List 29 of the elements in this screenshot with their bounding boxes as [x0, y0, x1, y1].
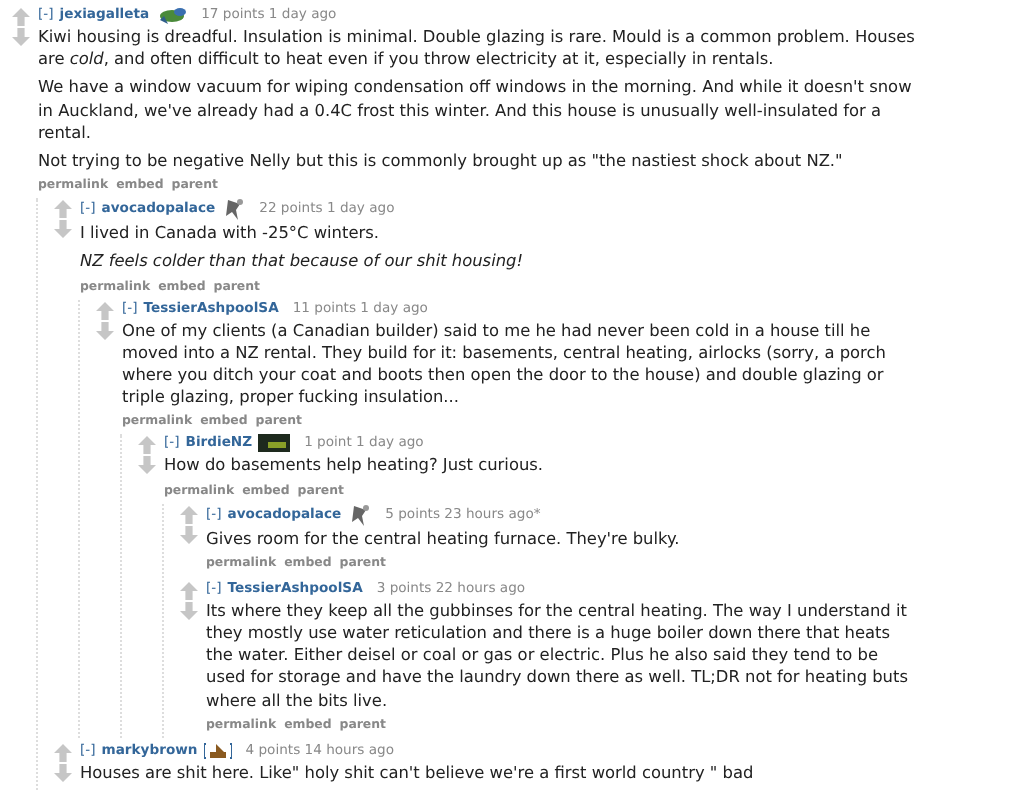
flair-icon — [155, 6, 188, 24]
upvote-icon[interactable] — [96, 301, 114, 320]
comment-text: Kiwi housing is dreadful. Insulation is minimal. Double glazing is rare. Mould is a common problem. Houses are cold, and often difficult to heat even if you throw electricity at it, especially in rentals. — [38, 26, 917, 71]
downvote-icon[interactable] — [180, 601, 198, 620]
comment-text: One of my clients (a Canadian builder) said to me he had never been cold in a house till he moved into a NZ rental. They build for it: basements, central heating, airlocks (sorry, a porch where you ditch your coat and boots then open the door to the house) and double glazing or triple glazing, proper fucking insulation... — [122, 319, 888, 409]
downvote-icon[interactable] — [138, 456, 156, 475]
flair-icon — [203, 741, 232, 760]
downvote-icon[interactable] — [54, 763, 72, 782]
flair-icon — [347, 503, 372, 526]
upvote-icon[interactable] — [12, 8, 30, 26]
flair-icon — [258, 434, 291, 453]
downvote-icon[interactable] — [12, 28, 30, 46]
comment-text: Houses are shit here. Like" holy shit can't believe we're a first world country " bad — [80, 761, 756, 785]
downvote-icon[interactable] — [96, 321, 114, 340]
comment-text: How do basements help heating? Just curious. — [164, 454, 546, 478]
downvote-icon[interactable] — [54, 220, 72, 239]
comment-text: Not trying to be negative Nelly but this is commonly brought up as "the nastiest shock about NZ." — [38, 150, 845, 173]
upvote-icon[interactable] — [180, 505, 198, 524]
comment-text: We have a window vacuum for wiping condensation off windows in the morning. And while it doesn't snow in Auckland, we've already had a 0.4C frost this winter. And this house is unusually well-insulated for a rental. — [38, 76, 914, 145]
comment-text: I lived in Canada with -25°C winters. — [80, 222, 381, 245]
upvote-icon[interactable] — [138, 436, 156, 455]
downvote-icon[interactable] — [180, 525, 198, 544]
upvote-icon[interactable] — [54, 743, 72, 762]
comment-text: Its where they keep all the gubbinses for the central heating. The way I understand it they mostly use water reticulation and there is a huge boiler down there that heats the water. Either deisel or coal or gas or electric. Plus he also said they tend to be used for storage and have the laundry down there as well. TL;DR not for heating buts where all the bits live. — [206, 599, 910, 712]
upvote-icon[interactable] — [54, 200, 72, 219]
flair-icon — [221, 198, 246, 221]
comment-text: NZ feels colder than that because of our shit housing! — [80, 250, 526, 274]
upvote-icon[interactable] — [180, 581, 198, 600]
comment-text: Gives room for the central heating furnace. They're bulky. — [206, 527, 682, 550]
